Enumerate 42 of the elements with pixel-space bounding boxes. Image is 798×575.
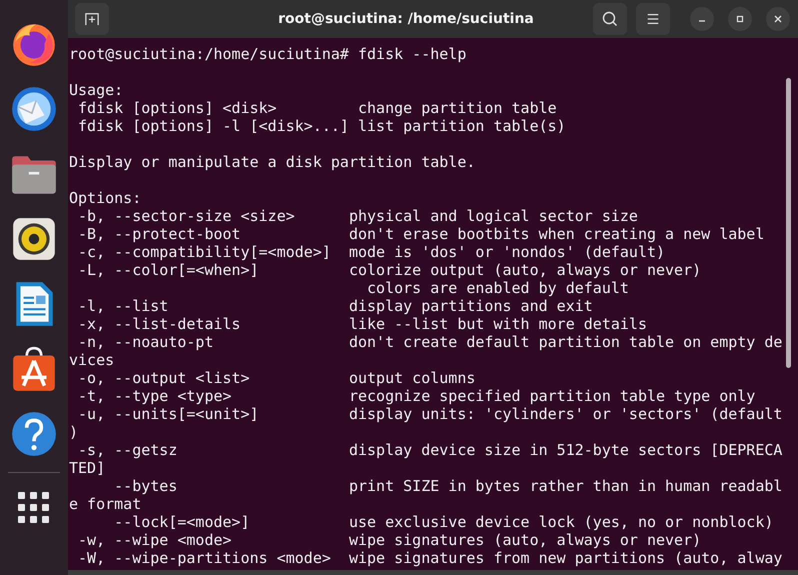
terminal-line: TED]	[69, 459, 106, 477]
terminal-line: --bytes print SIZE in bytes rather than in human readabl	[113, 477, 782, 495]
search-button[interactable]	[593, 3, 627, 35]
close-icon	[773, 14, 783, 24]
terminal-line: --lock[=<mode>] use exclusive device lock (yes, no or nonblock)	[113, 513, 774, 531]
terminal-line: -s, --getsz display device size in 512-byte sectors [DEPRECA	[77, 441, 782, 459]
terminal-line: root@suciutina:/home/suciutina# fdisk --help	[69, 45, 466, 63]
terminal-line: fdisk [options] -l [<disk>...] list partition table(s)	[77, 117, 566, 135]
terminal-line: -u, --units[=<unit>] display units: 'cylinders' or 'sectors' (default	[77, 405, 782, 423]
terminal-line: Display or manipulate a disk partition table.	[69, 153, 476, 171]
terminal-line: -B, --protect-boot don't erase bootbits when creating a new label	[77, 225, 764, 243]
maximize-icon	[735, 14, 745, 24]
terminal-line: Usage:	[69, 81, 124, 99]
help-icon[interactable]	[9, 409, 59, 459]
terminal-line: -o, --output <list> output columns	[77, 369, 476, 387]
terminal-line: -W, --wipe-partitions <mode> wipe signatures from new partitions (auto, alway	[77, 549, 782, 567]
terminal-line: -L, --color[=<when>] colorize output (auto, always or never)	[77, 261, 702, 279]
terminal-line: vices	[69, 351, 114, 369]
terminal-line: -x, --list-details like --list but with more details	[77, 315, 647, 333]
terminal-line: e format	[69, 495, 142, 513]
terminal-line: fdisk [options] <disk> change partition table	[77, 99, 557, 117]
new-tab-icon	[85, 12, 99, 26]
menu-icon	[646, 12, 660, 26]
terminal-line: -n, --noauto-pt don't create default partition table on empty de	[77, 333, 782, 351]
maximize-button[interactable]	[728, 7, 752, 31]
menu-button[interactable]	[636, 3, 670, 35]
minimize-button[interactable]	[690, 7, 714, 31]
app-grid-icon[interactable]	[18, 492, 50, 524]
search-icon	[602, 11, 618, 27]
new-tab-button[interactable]	[75, 3, 109, 35]
close-button[interactable]	[766, 7, 790, 31]
terminal-line: -c, --compatibility[=<mode>] mode is 'dos' or 'nondos' (default)	[77, 243, 666, 261]
mail-bird-icon[interactable]	[9, 84, 59, 134]
terminal-line: -b, --sector-size <size> physical and logical sector size	[77, 207, 638, 225]
terminal-line: -t, --type <type> recognize specified partition table type only	[77, 387, 756, 405]
terminal-line: colors are enabled by default	[366, 279, 629, 297]
window-title: root@suciutina: /home/suciutina	[277, 11, 535, 27]
terminal-line: )	[69, 423, 78, 441]
terminal-line: -w, --wipe <mode> wipe signatures (auto, always or never)	[77, 531, 702, 549]
scrollbar-thumb[interactable]	[786, 78, 791, 368]
terminal-line: Options:	[69, 189, 142, 207]
terminal-line: -l, --list display partitions and exit	[77, 297, 593, 315]
